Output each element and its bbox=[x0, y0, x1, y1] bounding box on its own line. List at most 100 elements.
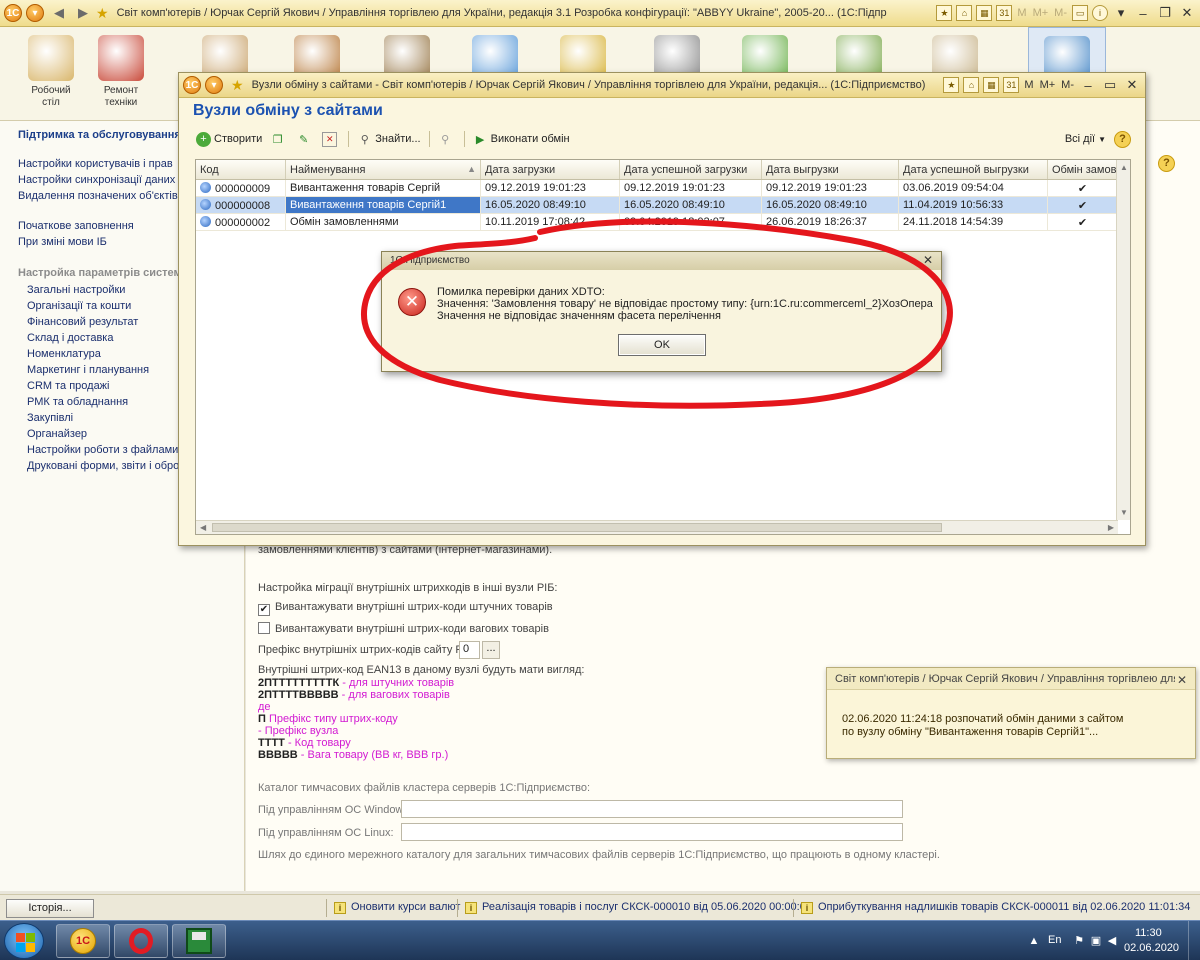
minimize-button[interactable]: – bbox=[1079, 78, 1097, 93]
horizontal-scroll-thumb[interactable] bbox=[212, 523, 942, 532]
history-icon[interactable]: ⌂ bbox=[956, 5, 973, 21]
column-header-load-ok-date[interactable]: Дата успешной загрузки bbox=[620, 160, 762, 179]
memory-button[interactable]: M bbox=[1024, 79, 1033, 91]
create-button[interactable]: + Створити bbox=[196, 131, 262, 147]
taskbar-opera-browser[interactable] bbox=[114, 924, 168, 958]
close-button[interactable]: ✕ bbox=[1123, 77, 1141, 93]
calculator-icon[interactable]: ▦ bbox=[976, 5, 993, 21]
table-row[interactable]: 000000008 Вивантаження товарів Сергій1 16.… bbox=[196, 197, 1130, 214]
horizontal-scrollbar[interactable]: ◀ ▶ bbox=[196, 520, 1118, 534]
vertical-scrollbar[interactable]: ▲ ▼ bbox=[1116, 160, 1130, 520]
table-cell-orders[interactable]: ✔ bbox=[1048, 197, 1118, 213]
app-dropdown-icon[interactable]: ▾ bbox=[26, 4, 44, 22]
clock-date[interactable]: 02.06.2020 bbox=[1124, 942, 1179, 954]
run-exchange-button[interactable]: ▶ Виконати обмін bbox=[473, 132, 570, 147]
status-link-surplus-document[interactable]: i Оприбуткування надлишків товарів СКСК-0… bbox=[801, 901, 1190, 914]
dropdown-chevron-icon[interactable]: ▾ bbox=[1112, 5, 1130, 21]
notification-popup[interactable]: Світ комп'ютерів / Юрчак Сергій Якович /… bbox=[826, 667, 1196, 759]
app-menu-icon[interactable]: 1C bbox=[183, 76, 201, 94]
memory-minus-button[interactable]: M- bbox=[1061, 79, 1074, 91]
table-cell-name[interactable]: Вивантаження товарів Сергій1 bbox=[286, 197, 481, 213]
scroll-left-icon[interactable]: ◀ bbox=[200, 523, 206, 532]
delete-button[interactable]: ✕ bbox=[322, 131, 340, 147]
status-link-sales-document[interactable]: i Реалізація товарів і послуг СКСК-000010… bbox=[465, 901, 812, 914]
table-cell-code[interactable]: 000000002 bbox=[196, 214, 286, 230]
calendar-icon[interactable]: 31 bbox=[996, 5, 1013, 21]
table-cell-load-ok[interactable]: 09.12.2019 19:01:23 bbox=[620, 180, 762, 196]
favorites-star-icon[interactable]: ★ bbox=[231, 77, 244, 94]
column-header-unload-date[interactable]: Дата выгрузки bbox=[762, 160, 899, 179]
close-button[interactable]: ✕ bbox=[1178, 5, 1196, 21]
info-icon[interactable]: i bbox=[1092, 5, 1108, 21]
close-icon[interactable]: ✕ bbox=[923, 254, 933, 267]
table-cell-load-ok[interactable]: 09.04.2019 18:02:07 bbox=[620, 214, 762, 230]
column-header-code[interactable]: Код bbox=[196, 160, 286, 179]
table-cell-unload-ok[interactable]: 03.06.2019 09:54:04 bbox=[899, 180, 1048, 196]
table-cell-name[interactable]: Обмін замовленнями bbox=[286, 214, 481, 230]
table-cell-unload[interactable]: 16.05.2020 08:49:10 bbox=[762, 197, 899, 213]
restore-button[interactable]: ❐ bbox=[1156, 5, 1174, 21]
back-arrow-icon[interactable]: ◀ bbox=[54, 5, 64, 21]
copy-button[interactable]: ❐ bbox=[270, 132, 288, 147]
table-cell-orders[interactable]: ✔ bbox=[1048, 214, 1118, 230]
table-cell-orders[interactable]: ✔ bbox=[1048, 180, 1118, 196]
checkbox-checked-icon[interactable]: ✔ bbox=[258, 604, 270, 616]
scroll-right-icon[interactable]: ▶ bbox=[1108, 523, 1114, 532]
help-icon[interactable]: ? bbox=[1114, 130, 1131, 148]
scroll-down-icon[interactable]: ▼ bbox=[1120, 508, 1128, 517]
column-header-unload-ok-date[interactable]: Дата успешной выгрузки bbox=[899, 160, 1048, 179]
table-row[interactable]: 000000002 Обмін замовленнями 10.11.2019 17… bbox=[196, 214, 1130, 231]
windows-path-input[interactable] bbox=[401, 800, 903, 818]
taskbar-1c-app[interactable]: 1C bbox=[56, 924, 110, 958]
show-hidden-icons-icon[interactable]: ▲ bbox=[1027, 934, 1041, 948]
history-icon[interactable]: ⌂ bbox=[963, 77, 980, 93]
edit-button[interactable]: ✎ bbox=[296, 132, 314, 147]
maximize-button[interactable]: ▭ bbox=[1101, 77, 1119, 93]
linux-path-input[interactable] bbox=[401, 823, 903, 841]
clock-time[interactable]: 11:30 bbox=[1135, 927, 1162, 939]
favorite-add-icon[interactable]: ★ bbox=[936, 5, 953, 21]
history-button[interactable]: Історія... bbox=[6, 899, 94, 918]
table-cell-code[interactable]: 000000009 bbox=[196, 180, 286, 196]
export-piece-barcodes-checkbox[interactable]: ✔ Вивантажувати внутрішні штрих-коди штуч… bbox=[258, 601, 553, 616]
table-row[interactable]: 000000009 Вивантаження товарів Сергій 09.1… bbox=[196, 180, 1130, 197]
table-cell-unload[interactable]: 09.12.2019 19:01:23 bbox=[762, 180, 899, 196]
table-cell-code[interactable]: 000000008 bbox=[196, 197, 286, 213]
section-button-1[interactable]: Робочий стіл bbox=[12, 27, 90, 119]
volume-icon[interactable]: ◀ bbox=[1105, 934, 1119, 948]
calculator-icon[interactable]: ▦ bbox=[983, 77, 1000, 93]
favorite-add-icon[interactable]: ★ bbox=[943, 77, 960, 93]
table-cell-load[interactable]: 16.05.2020 08:49:10 bbox=[481, 197, 620, 213]
favorites-star-icon[interactable]: ★ bbox=[96, 5, 109, 22]
memory-plus-button[interactable]: M+ bbox=[1033, 7, 1049, 19]
find-button[interactable]: ⚲ Знайти... bbox=[357, 132, 421, 147]
prefix-select-button[interactable]: ... bbox=[482, 641, 500, 659]
export-weight-barcodes-checkbox[interactable]: Вивантажувати внутрішні штрих-коди вагов… bbox=[258, 622, 549, 635]
table-cell-load[interactable]: 10.11.2019 17:08:42 bbox=[481, 214, 620, 230]
status-link-currency-update[interactable]: i Оновити курси валют bbox=[334, 901, 460, 914]
table-cell-load[interactable]: 09.12.2019 19:01:23 bbox=[481, 180, 620, 196]
memory-button[interactable]: M bbox=[1017, 7, 1026, 19]
memory-minus-button[interactable]: M- bbox=[1054, 7, 1067, 19]
close-icon[interactable]: ✕ bbox=[1177, 673, 1187, 687]
taskbar-save-app[interactable] bbox=[172, 924, 226, 958]
column-header-load-date[interactable]: Дата загрузки bbox=[481, 160, 620, 179]
section-button-2[interactable]: Ремонт техніки bbox=[82, 27, 160, 119]
app-menu-icon[interactable]: 1C bbox=[4, 4, 22, 22]
table-cell-unload-ok[interactable]: 11.04.2019 10:56:33 bbox=[899, 197, 1048, 213]
calendar-icon[interactable]: 31 bbox=[1003, 77, 1020, 93]
app-dropdown-icon[interactable]: ▾ bbox=[205, 76, 223, 94]
show-desktop-button[interactable] bbox=[1188, 921, 1200, 960]
table-cell-name[interactable]: Вивантаження товарів Сергій bbox=[286, 180, 481, 196]
table-cell-unload[interactable]: 26.06.2019 18:26:37 bbox=[762, 214, 899, 230]
start-button[interactable] bbox=[4, 923, 44, 959]
minimize-button[interactable]: – bbox=[1134, 6, 1152, 21]
cancel-search-button[interactable]: ⚲ bbox=[438, 132, 456, 147]
prefix-input[interactable]: 0 bbox=[459, 641, 480, 659]
all-actions-button[interactable]: Всі дії ▼ bbox=[1065, 133, 1106, 145]
column-header-orders-exchange[interactable]: Обмін замов bbox=[1048, 160, 1118, 179]
help-icon[interactable]: ? bbox=[1158, 155, 1175, 172]
action-center-flag-icon[interactable]: ⚑ bbox=[1072, 934, 1086, 948]
forward-arrow-icon[interactable]: ▶ bbox=[78, 5, 88, 21]
ok-button[interactable]: OK bbox=[618, 334, 706, 356]
